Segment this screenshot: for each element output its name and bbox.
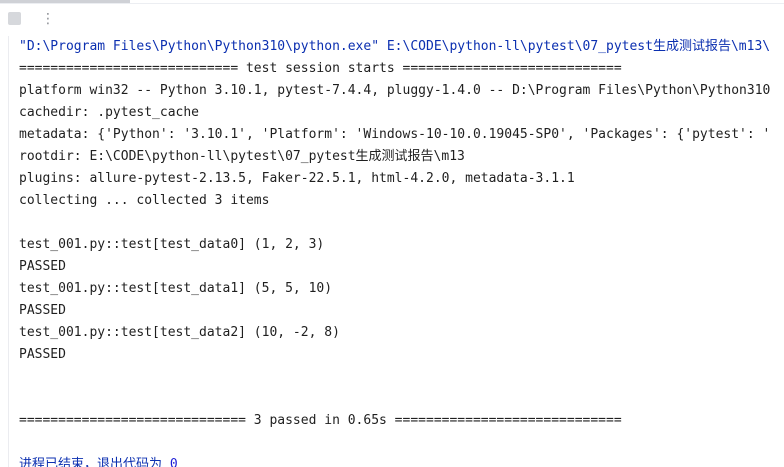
more-vertical-icon[interactable]: ⋮	[38, 9, 58, 29]
test-status-line: PASSED	[19, 347, 66, 362]
console-output[interactable]: "D:\Program Files\Python\Python310\pytho…	[19, 36, 784, 467]
toolbar-divider	[0, 3, 784, 4]
run-console-window: ⋮ "D:\Program Files\Python\Python310\pyt…	[0, 0, 784, 467]
rootdir-line: rootdir: E:\CODE\python-ll\pytest\07_pyt…	[19, 149, 465, 164]
test-result-line: test_001.py::test[test_data1] (5, 5, 10)	[19, 281, 333, 296]
exit-code: 0	[169, 457, 178, 467]
exit-status-line: 进程已结束，退出代码为 0	[19, 454, 784, 467]
collecting-line: collecting ... collected 3 items	[19, 193, 270, 208]
test-result-line: test_001.py::test[test_data0] (1, 2, 3)	[19, 237, 325, 252]
plugins-line: plugins: allure-pytest-2.13.5, Faker-22.…	[19, 171, 575, 186]
metadata-line: metadata: {'Python': '3.10.1', 'Platform…	[19, 127, 771, 142]
console-toolbar: ⋮	[0, 0, 784, 36]
command-line[interactable]: "D:\Program Files\Python\Python310\pytho…	[19, 36, 784, 58]
session-header-line: ============================ test sessio…	[19, 61, 622, 76]
test-status-line: PASSED	[19, 259, 66, 274]
console-gutter	[0, 36, 9, 467]
test-result-line: test_001.py::test[test_data2] (10, -2, 8…	[19, 325, 340, 340]
platform-line: platform win32 -- Python 3.10.1, pytest-…	[19, 83, 771, 98]
cachedir-line: cachedir: .pytest_cache	[19, 105, 200, 120]
summary-line: ============================= 3 passed i…	[19, 413, 622, 428]
stop-icon[interactable]	[8, 12, 21, 25]
test-status-line: PASSED	[19, 303, 66, 318]
exit-status-text: 进程已结束，退出代码为	[19, 457, 170, 467]
